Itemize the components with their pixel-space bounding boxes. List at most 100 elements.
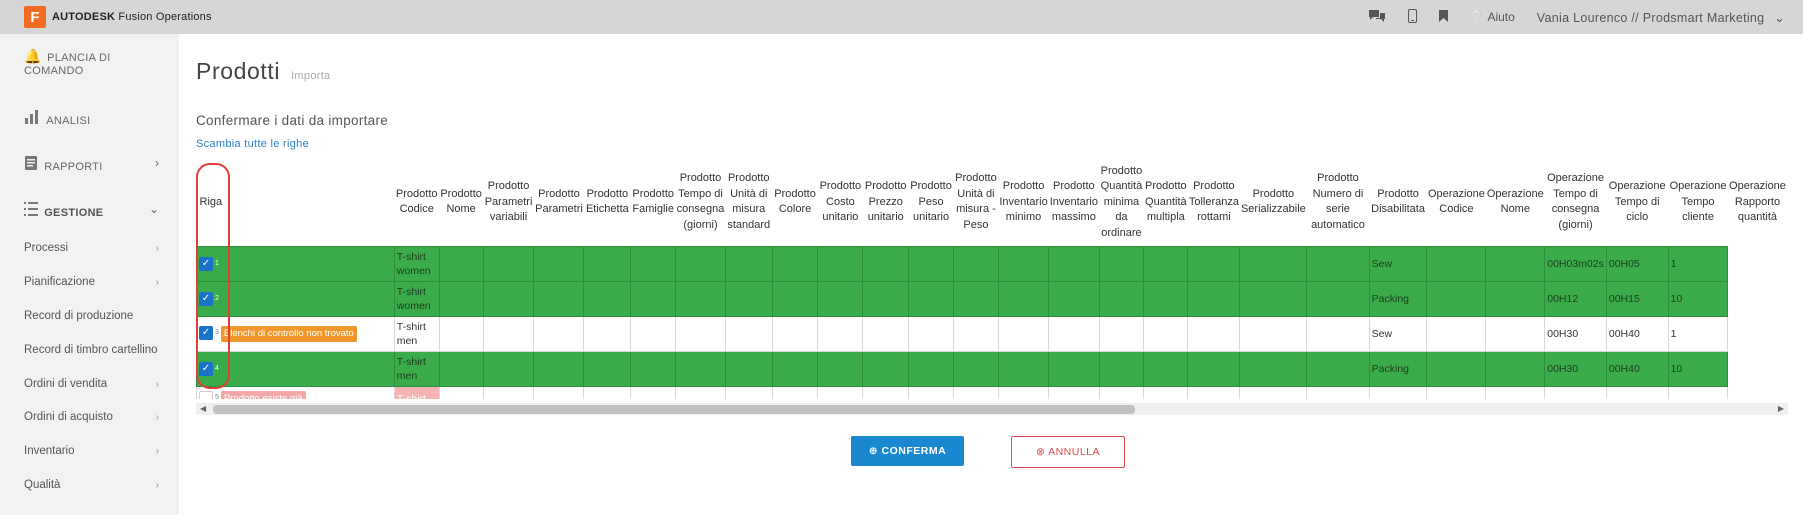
cell-quantity-ratio: 10 <box>1667 350 1729 387</box>
import-table: Riga Prodotto Codice Prodotto Nome Prodo… <box>196 159 1788 399</box>
bell-icon: 🔔 <box>24 48 42 64</box>
chevron-right-icon: › <box>155 446 159 457</box>
column-header: Operazione Tempo di ciclo <box>1608 180 1666 223</box>
table-row: ✓ 2 T-shirt women Packing 00H12 00H15 10 <box>196 280 1788 317</box>
sidebar-subitem-quality[interactable]: Qualità <box>24 479 60 491</box>
column-header: Prodotto Inventario massimo <box>1049 180 1098 223</box>
cell-operation-code: Packing <box>1368 350 1428 387</box>
column-header: Prodotto Parametri <box>535 187 583 216</box>
scrollbar-thumb[interactable] <box>213 405 1135 414</box>
report-icon <box>24 156 42 173</box>
sidebar-subitem-timecard-records[interactable]: Record di timbro cartellino <box>24 344 158 356</box>
cell-operation-code: Packing <box>1368 280 1428 317</box>
column-header: Prodotto Colore <box>774 187 816 216</box>
help-label: Aiuto <box>1487 10 1515 24</box>
cell-cycle-time <box>1544 385 1607 399</box>
row-checkbox[interactable]: ✓ <box>199 391 213 399</box>
column-header: Prodotto Tempo di consegna (giorni) <box>676 172 725 231</box>
user-label: Vania Lourenco // Prodsmart Marketing <box>1536 10 1765 25</box>
bar-chart-icon <box>24 110 44 127</box>
sidebar-subitem-production-records[interactable]: Record di produzione <box>24 310 133 322</box>
column-header: Operazione Tempo cliente <box>1669 180 1727 223</box>
column-header: Operazione Codice <box>1427 187 1485 216</box>
column-header: Prodotto Quantità minima da ordinare <box>1100 164 1143 239</box>
sidebar-subitem-sales-orders[interactable]: Ordini di vendita <box>24 378 107 390</box>
cell-quantity-ratio: 1 <box>1667 315 1729 352</box>
sidebar-item-dashboard[interactable]: 🔔 PLANCIA DI COMANDO <box>24 48 111 77</box>
column-header: Prodotto Inventario minimo <box>999 180 1048 223</box>
swap-all-rows-link[interactable]: Scambia tutte le righe <box>196 138 309 150</box>
table-row: ✓5Prodotto esiste già T-shirt <box>196 385 1788 399</box>
row-number: 5 <box>215 394 219 399</box>
import-table-container[interactable]: Riga Prodotto Codice Prodotto Nome Prodo… <box>196 159 1788 399</box>
chevron-right-icon: › <box>155 243 159 254</box>
sidebar-subitem-purchase-orders[interactable]: Ordini di acquisto <box>24 411 113 423</box>
horizontal-scrollbar[interactable]: ◀ ▶ <box>196 403 1788 415</box>
confirm-heading: Confermare i dati da importare <box>196 113 389 128</box>
chevron-right-icon: › <box>155 480 159 491</box>
cell-cycle-time: 00H03m02s <box>1544 245 1607 282</box>
column-header: Prodotto Prezzo unitario <box>864 180 907 223</box>
sidebar-item-reports[interactable]: RAPPORTI <box>24 156 160 173</box>
sidebar-subitem-planning[interactable]: Pianificazione <box>24 276 95 288</box>
chevron-right-icon: › <box>155 412 159 423</box>
cell-operation-code <box>1368 385 1428 399</box>
cell-operation-code: Sew <box>1368 315 1428 352</box>
cell-product-code: T-shirt women <box>393 280 440 317</box>
column-header: Prodotto Nome <box>440 187 482 216</box>
page-subtitle: Importa <box>291 70 331 82</box>
manage-icon <box>24 202 42 219</box>
column-header: Prodotto Numero di serie automatico <box>1311 172 1365 231</box>
chevron-down-icon: ⌄ <box>1774 10 1785 25</box>
cell-product-code: T-shirt men <box>393 315 440 352</box>
page-title: Prodotti Importa <box>196 58 330 85</box>
top-right-menu: ❔ Aiuto Vania Lourenco // Prodsmart Mark… <box>1368 0 1785 34</box>
sidebar-item-analytics[interactable]: ANALISI <box>24 110 91 127</box>
sidebar-item-management[interactable]: GESTIONE <box>24 202 103 219</box>
sidebar-item-label: GESTIONE <box>44 207 104 219</box>
column-header: Prodotto Etichetta <box>585 187 629 216</box>
help-icon: ❔ <box>1469 10 1485 24</box>
sidebar-subitem-inventory[interactable]: Inventario <box>24 445 75 457</box>
cell-quantity-ratio <box>1667 385 1729 399</box>
sidebar-subitem-processes[interactable]: Processi <box>24 242 68 254</box>
user-menu[interactable]: Vania Lourenco // Prodsmart Marketing ⌄ <box>1537 10 1785 25</box>
chat-icon[interactable] <box>1368 9 1386 26</box>
brand-name: AUTODESK Fusion Operations <box>52 11 212 23</box>
table-header-row: Riga Prodotto Codice Prodotto Nome Prodo… <box>197 159 1788 246</box>
sidebar-item-label: ANALISI <box>46 115 91 127</box>
cell-quantity-ratio: 10 <box>1667 280 1729 317</box>
bookmark-icon[interactable] <box>1438 9 1448 25</box>
mobile-icon[interactable] <box>1407 8 1417 26</box>
row-select-cell: ✓5Prodotto esiste già <box>196 385 395 399</box>
cell-client-time: 00H40 <box>1605 315 1669 352</box>
help-link[interactable]: ❔ Aiuto <box>1470 10 1515 24</box>
sidebar-item-label: RAPPORTI <box>44 161 103 173</box>
scroll-left-icon[interactable]: ◀ <box>200 403 206 415</box>
column-header: Prodotto Parametri variabili <box>484 180 533 223</box>
page-title-text: Prodotti <box>196 58 281 84</box>
cell-cycle-time: 00H30 <box>1544 315 1607 352</box>
cell-cycle-time: 00H12 <box>1544 280 1607 317</box>
table-row: ✓ 3 Elenchi di controllo non trovato T-shi… <box>196 315 1788 352</box>
top-bar: F AUTODESK Fusion Operations ❔ Aiuto Van… <box>0 0 1803 34</box>
brand-product: Fusion Operations <box>118 11 212 23</box>
column-header: Prodotto Unità di misura - Peso <box>955 172 997 231</box>
column-header: Prodotto Peso unitario <box>910 180 952 223</box>
column-header: Operazione Tempo di consegna (giorni) <box>1547 172 1604 231</box>
cell-client-time <box>1605 385 1669 399</box>
cell-quantity-ratio: 1 <box>1667 245 1729 282</box>
cancel-button[interactable]: ⊗ ANNULLA <box>1011 436 1125 468</box>
column-header: Prodotto Famiglie <box>632 187 674 216</box>
main-content: Prodotti Importa Confermare i dati da im… <box>196 34 1796 515</box>
column-header: Operazione Nome <box>1486 187 1544 216</box>
sidebar-item-label-2: COMANDO <box>24 65 84 77</box>
autodesk-logo[interactable]: F <box>24 6 46 28</box>
scroll-right-icon[interactable]: ▶ <box>1778 403 1784 415</box>
row-column-highlight <box>196 163 230 389</box>
sidebar: 🔔 PLANCIA DI COMANDO ANALISI RAPPORTI › … <box>0 34 179 515</box>
confirm-button[interactable]: ⊕ CONFERMA <box>851 436 964 466</box>
cell-client-time: 00H15 <box>1605 280 1669 317</box>
column-header: Prodotto Costo unitario <box>819 180 862 223</box>
table-row: ✓ 1 T-shirt women Sew 00H03m02s 00H05 1 <box>196 245 1788 282</box>
